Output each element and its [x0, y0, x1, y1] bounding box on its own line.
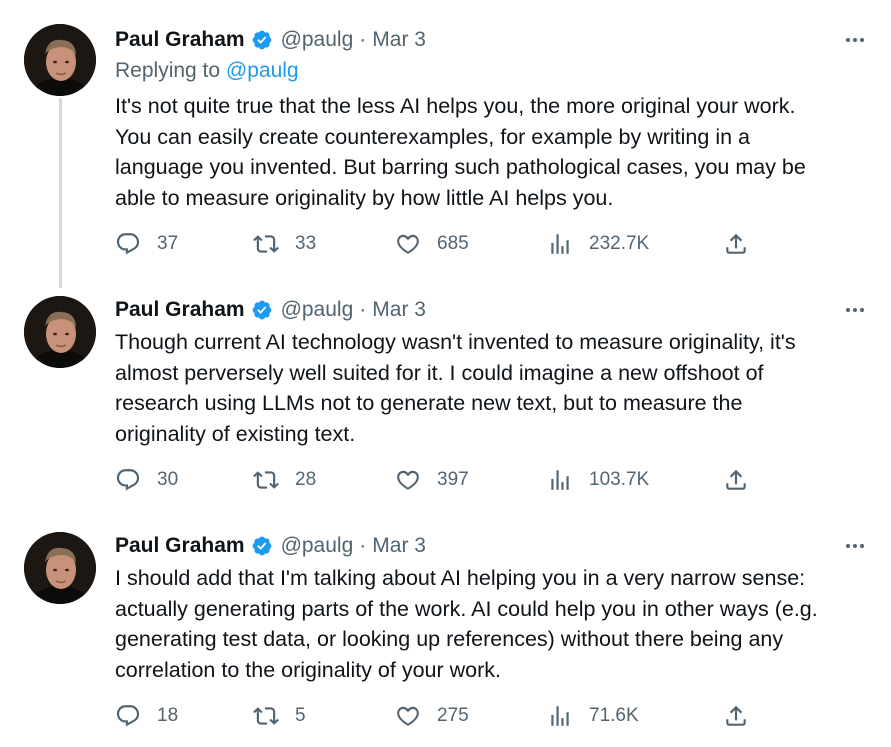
replying-to-link[interactable]: @paulg — [226, 59, 299, 82]
share-icon — [726, 233, 746, 254]
retweet-count: 28 — [295, 469, 317, 490]
reply-button[interactable]: 18 — [115, 700, 178, 732]
like-button[interactable]: 397 — [395, 464, 469, 496]
reply-count: 30 — [157, 469, 179, 490]
share-icon — [726, 705, 746, 726]
retweet-icon — [253, 235, 279, 253]
verified-badge-icon — [251, 535, 273, 557]
tweet-text-line: originality of existing text. — [115, 421, 356, 446]
retweet-button[interactable]: 33 — [253, 228, 316, 260]
replying-to-label: Replying to — [115, 59, 221, 82]
action-bar: 30 28 397 103.7K — [115, 464, 765, 496]
views-icon — [551, 234, 569, 254]
author-name[interactable]: Paul Graham — [115, 298, 245, 322]
retweet-button[interactable]: 5 — [253, 700, 306, 732]
avatar[interactable] — [24, 24, 96, 96]
tweet-date[interactable]: Mar 3 — [372, 298, 426, 322]
author-handle[interactable]: @paulg — [281, 28, 354, 52]
tweet-text-line: language you invented. But barring such … — [115, 155, 806, 179]
tweet-text-line: generating test data, or looking up refe… — [115, 627, 784, 651]
replying-to: Replying to @paulg — [115, 59, 299, 83]
views-count: 71.6K — [589, 705, 639, 726]
views-button[interactable]: 71.6K — [547, 700, 639, 732]
reply-icon — [116, 233, 140, 255]
tweet-date[interactable]: Mar 3 — [372, 534, 426, 558]
reply-icon — [116, 705, 140, 727]
separator-dot: · — [359, 298, 367, 321]
like-icon — [397, 470, 419, 490]
avatar[interactable] — [24, 532, 96, 604]
action-bar: 37 33 685 232.7K — [115, 228, 765, 260]
tweet-header: Paul Graham @paulg · Mar 3 — [115, 24, 871, 56]
more-icon[interactable] — [839, 294, 871, 326]
tweet-header: Paul Graham @paulg · Mar 3 — [115, 294, 871, 326]
tweet[interactable]: Paul Graham @paulg · Mar 3 I should add … — [0, 516, 891, 747]
views-button[interactable]: 103.7K — [547, 464, 649, 496]
more-icon[interactable] — [839, 530, 871, 562]
tweet-text-line: almost perversely well suited for it. I … — [115, 360, 764, 385]
tweet-text: Though current AI technology wasn't inve… — [115, 327, 875, 449]
separator-dot: · — [359, 534, 367, 557]
like-button[interactable]: 275 — [395, 700, 469, 732]
share-button[interactable] — [723, 228, 749, 260]
tweet-header: Paul Graham @paulg · Mar 3 — [115, 530, 871, 562]
author-name[interactable]: Paul Graham — [115, 534, 245, 558]
like-count: 397 — [437, 469, 469, 490]
separator-dot: · — [359, 28, 367, 51]
more-icon[interactable] — [839, 24, 871, 56]
avatar[interactable] — [24, 296, 96, 368]
retweet-button[interactable]: 28 — [253, 464, 316, 496]
tweet-text-line: You can easily create counterexamples, f… — [115, 124, 750, 149]
like-count: 275 — [437, 705, 469, 726]
reply-count: 18 — [157, 705, 179, 726]
like-icon — [397, 234, 419, 254]
tweet-text-line: actually generating parts of the work. A… — [115, 596, 818, 621]
tweet-date[interactable]: Mar 3 — [372, 28, 426, 52]
verified-badge-icon — [251, 29, 273, 51]
views-icon — [551, 470, 569, 490]
like-icon — [397, 706, 419, 726]
reply-icon — [116, 469, 140, 491]
verified-badge-icon — [251, 299, 273, 321]
tweet-text-line: It's not quite true that the less AI hel… — [115, 94, 796, 118]
retweet-icon — [253, 707, 279, 725]
views-count: 232.7K — [589, 233, 650, 254]
tweet[interactable]: Paul Graham @paulg · Mar 3 Though curren… — [0, 280, 891, 516]
author-name[interactable]: Paul Graham — [115, 28, 245, 52]
tweet-text-line: research using LLMs not to generate new … — [115, 391, 743, 415]
like-count: 685 — [437, 233, 469, 254]
tweet[interactable]: Paul Graham @paulg · Mar 3 Replying to @… — [0, 0, 891, 280]
author-handle[interactable]: @paulg — [281, 534, 354, 558]
action-bar: 18 5 275 71.6K — [115, 700, 765, 732]
retweet-icon — [253, 471, 279, 489]
tweet-text-line: I should add that I'm talking about AI h… — [115, 566, 806, 590]
views-icon — [551, 706, 569, 726]
share-button[interactable] — [723, 464, 749, 496]
reply-button[interactable]: 30 — [115, 464, 178, 496]
tweet-text: I should add that I'm talking about AI h… — [115, 563, 875, 685]
share-button[interactable] — [723, 700, 749, 732]
tweet-text: It's not quite true that the less AI hel… — [115, 91, 875, 213]
tweet-text-line: able to measure originality by how littl… — [115, 185, 614, 210]
reply-count: 37 — [157, 233, 179, 254]
views-count: 103.7K — [589, 469, 650, 490]
tweet-text-line: correlation to the originality of your w… — [115, 657, 501, 682]
share-icon — [726, 469, 746, 490]
like-button[interactable]: 685 — [395, 228, 469, 260]
views-button[interactable]: 232.7K — [547, 228, 649, 260]
author-handle[interactable]: @paulg — [281, 298, 354, 322]
retweet-count: 33 — [295, 233, 317, 254]
tweet-text-line: Though current AI technology wasn't inve… — [115, 330, 796, 354]
reply-button[interactable]: 37 — [115, 228, 178, 260]
retweet-count: 5 — [295, 705, 306, 726]
